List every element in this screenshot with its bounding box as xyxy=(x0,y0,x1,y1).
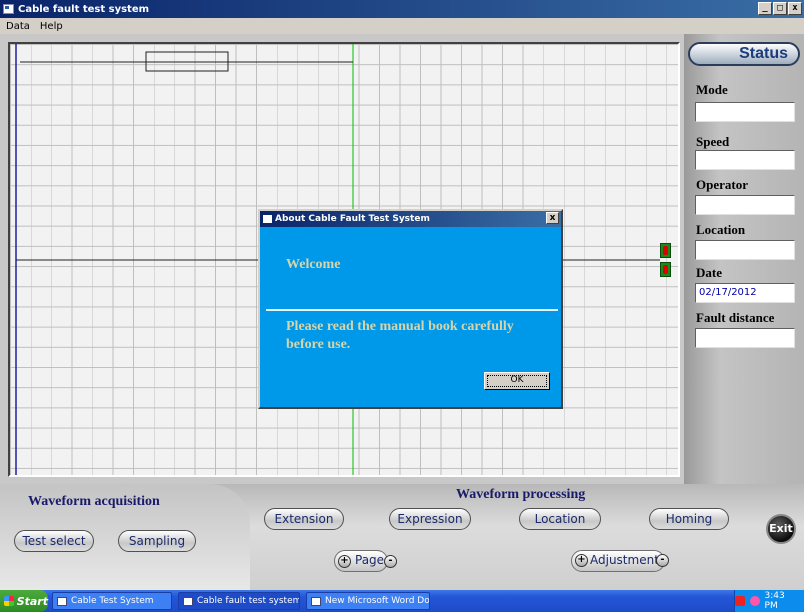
processing-title: Waveform processing xyxy=(456,487,586,502)
window-title: Cable fault test system xyxy=(18,3,150,15)
minimize-button[interactable]: _ xyxy=(758,2,772,15)
menu-help[interactable]: Help xyxy=(40,21,63,32)
sampling-button[interactable]: Sampling xyxy=(118,530,196,552)
dialog-app-icon xyxy=(263,215,272,223)
window-icon xyxy=(57,596,67,606)
clock[interactable]: 3:43 PM xyxy=(765,591,800,611)
fault-distance-field[interactable] xyxy=(695,328,795,348)
dialog-titlebar[interactable]: About Cable Fault Test System x xyxy=(260,211,561,227)
menu-data[interactable]: Data xyxy=(6,21,30,32)
windows-logo-icon xyxy=(4,596,14,606)
extension-button[interactable]: Extension xyxy=(264,508,344,530)
homing-button[interactable]: Homing xyxy=(649,508,729,530)
taskbar-item-label: New Microsoft Word Doc... xyxy=(325,596,430,606)
adjustment-label: Adjustment xyxy=(590,553,659,567)
location-label: Location xyxy=(696,222,746,237)
speed-field[interactable] xyxy=(695,150,795,170)
word-document-icon xyxy=(311,596,321,606)
operator-label: Operator xyxy=(696,177,748,192)
location-field[interactable] xyxy=(695,240,795,260)
cursor-marker-lower[interactable] xyxy=(660,262,671,277)
operator-field[interactable] xyxy=(695,195,795,215)
window-controls: _ □ x xyxy=(758,2,802,15)
speed-label: Speed xyxy=(696,134,730,149)
app-window: Cable fault test system _ □ x Data Help xyxy=(0,0,804,590)
acquisition-title: Waveform acquisition xyxy=(28,494,160,509)
dialog-separator xyxy=(266,309,558,311)
system-tray: 3:43 PM xyxy=(734,590,804,612)
control-panel: Waveform acquisition Test select Samplin… xyxy=(0,484,804,590)
exit-button[interactable]: Exit xyxy=(766,514,796,544)
dialog-title: About Cable Fault Test System xyxy=(275,214,430,224)
window-icon xyxy=(183,596,193,606)
taskbar-item-label: Cable Test System xyxy=(71,596,154,606)
dialog-ok-button[interactable]: OK xyxy=(484,372,550,390)
start-label: Start xyxy=(16,594,48,608)
taskbar-item-label: Cable fault test system xyxy=(197,596,300,606)
date-field[interactable]: 02/17/2012 xyxy=(695,283,795,303)
test-select-button[interactable]: Test select xyxy=(14,530,94,552)
status-panel: Status Mode Speed Operator Location Date… xyxy=(684,34,804,484)
network-icon[interactable] xyxy=(734,596,745,606)
adjustment-plus-button[interactable]: + xyxy=(575,554,588,567)
location-button[interactable]: Location xyxy=(519,508,601,530)
close-button[interactable]: x xyxy=(788,2,802,15)
cursor-marker-upper[interactable] xyxy=(660,243,671,258)
mode-field[interactable] xyxy=(695,102,795,122)
status-button[interactable]: Status xyxy=(688,42,800,66)
mode-label: Mode xyxy=(696,82,728,97)
expression-button[interactable]: Expression xyxy=(389,508,471,530)
menu-bar: Data Help xyxy=(0,18,804,34)
taskbar-item-cable-fault[interactable]: Cable fault test system xyxy=(178,592,300,610)
taskbar: Start Cable Test System Cable fault test… xyxy=(0,590,804,612)
taskbar-item-word-doc[interactable]: New Microsoft Word Doc... xyxy=(306,592,430,610)
page-plus-button[interactable]: + xyxy=(338,555,351,568)
dialog-close-button[interactable]: x xyxy=(546,212,559,224)
dialog-welcome-text: Welcome xyxy=(286,257,341,272)
fault-distance-label: Fault distance xyxy=(696,310,775,325)
maximize-button[interactable]: □ xyxy=(773,2,787,15)
window-titlebar[interactable]: Cable fault test system _ □ x xyxy=(0,0,804,18)
adjustment-minus-button[interactable]: - xyxy=(656,554,669,567)
security-shield-icon[interactable] xyxy=(749,596,760,606)
taskbar-item-cable-test[interactable]: Cable Test System xyxy=(52,592,172,610)
start-button[interactable]: Start xyxy=(0,590,48,612)
page-label: Page xyxy=(355,553,385,567)
page-minus-button[interactable]: - xyxy=(384,555,397,568)
date-label: Date xyxy=(696,265,722,280)
dialog-message: Please read the manual book carefully be… xyxy=(286,319,514,352)
about-dialog: About Cable Fault Test System x Welcome … xyxy=(258,209,563,409)
app-icon xyxy=(3,4,14,14)
